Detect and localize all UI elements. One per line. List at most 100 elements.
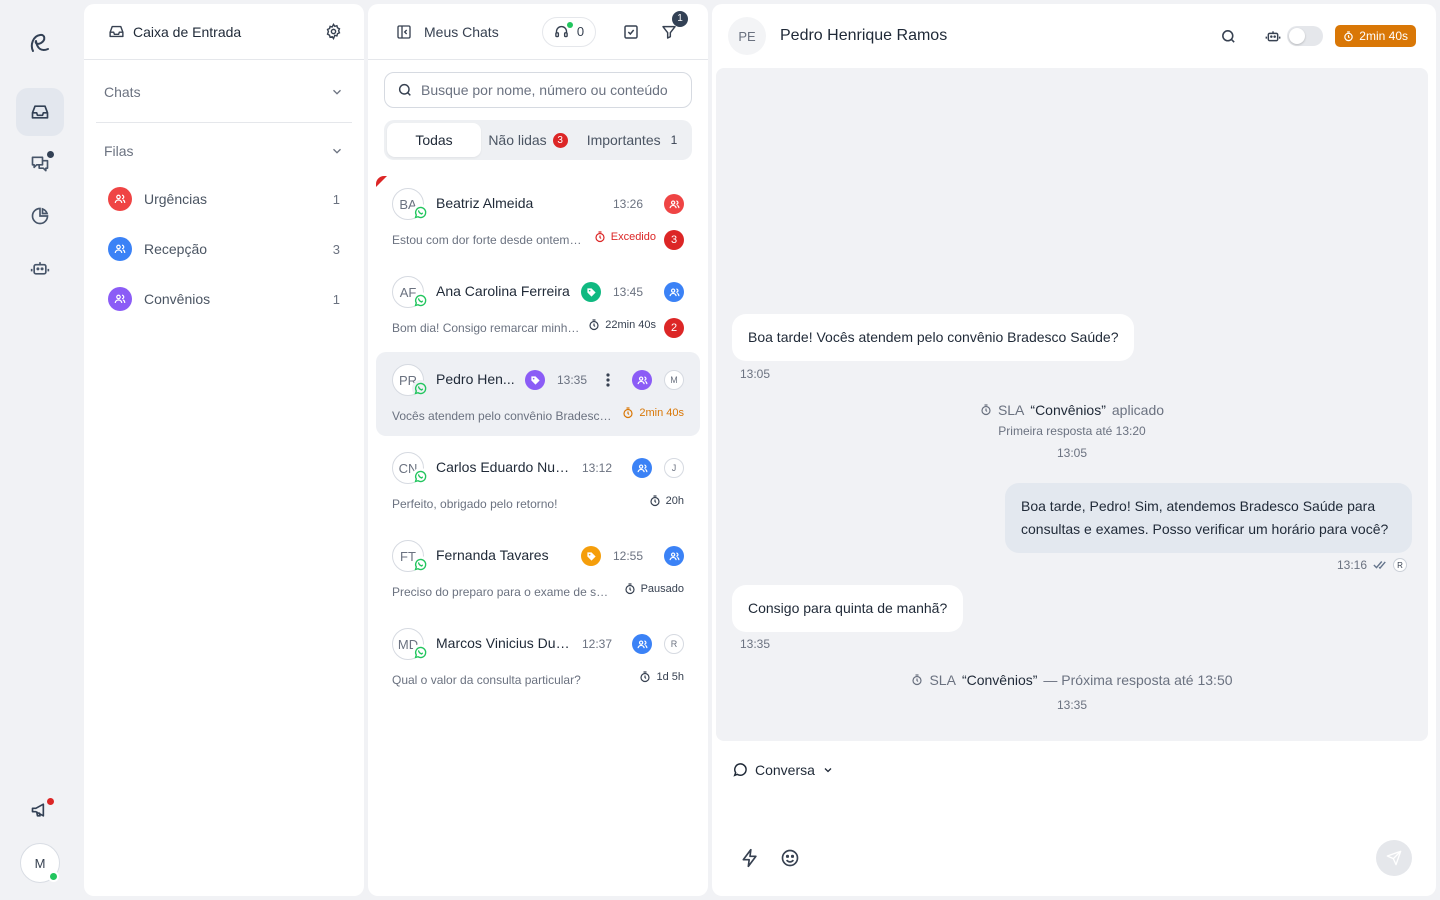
message-preview: Qual o valor da consulta particular? — [392, 673, 581, 687]
bot-toggle[interactable] — [1287, 26, 1324, 46]
chat-time: 12:37 — [582, 637, 613, 651]
tab-all[interactable]: Todas — [387, 123, 481, 157]
tag-icon — [581, 546, 601, 566]
section-divider — [96, 122, 352, 123]
sla-status: 1d 5h — [639, 671, 684, 683]
stopwatch-icon — [622, 407, 634, 419]
nav-bot-button[interactable] — [16, 244, 64, 292]
nav-announcements-button[interactable] — [16, 786, 64, 834]
tab-label: Importantes — [586, 132, 661, 148]
filter-count-badge: 1 — [672, 10, 688, 27]
sla-label: 2min 40s — [639, 407, 684, 419]
user-initial: M — [34, 855, 46, 871]
chevron-down-icon — [330, 144, 344, 158]
agent-availability-button[interactable]: 0 — [542, 16, 596, 47]
user-avatar[interactable]: M — [20, 843, 60, 883]
queue-users-icon — [664, 194, 684, 214]
tab-label: Não lidas — [488, 132, 547, 148]
queue-item-recepcao[interactable]: Recepção 3 — [108, 234, 340, 264]
search-icon[interactable] — [1220, 28, 1237, 45]
agents-online-count: 0 — [576, 24, 585, 39]
message-time: 13:35 — [740, 637, 770, 651]
chat-item-ana[interactable]: AF Ana Carolina Ferreira 13:45 Bom dia! … — [376, 264, 700, 348]
nav-reports-button[interactable] — [16, 192, 64, 240]
message-circle-icon — [732, 762, 748, 778]
stopwatch-icon — [588, 319, 600, 331]
chat-time: 13:45 — [613, 285, 644, 299]
tag-icon — [581, 282, 601, 302]
chat-item-carlos[interactable]: CN Carlos Eduardo Nunes 13:12 J Perfeito… — [376, 440, 700, 524]
chat-item-pedro[interactable]: PR Pedro Hen... 13:35 M Vocês atendem pe… — [376, 352, 700, 436]
chat-item-beatriz[interactable]: BA Beatriz Almeida 13:26 Estou com dor f… — [376, 176, 700, 260]
users-icon — [108, 237, 132, 261]
tab-unread[interactable]: Não lidas 3 — [481, 123, 575, 157]
whatsapp-icon — [412, 380, 429, 397]
queue-label: Urgências — [144, 191, 208, 207]
chat-time: 13:12 — [582, 461, 613, 475]
chat-list-panel: Meus Chats 0 1 Todas Não lidas 3 Importa… — [368, 4, 708, 896]
chevron-down-icon — [822, 764, 834, 776]
queues-section-toggle[interactable]: Filas — [96, 131, 352, 171]
important-count: 1 — [670, 133, 678, 147]
nav-chats-button[interactable] — [16, 140, 64, 188]
pie-chart-icon — [30, 206, 50, 226]
sla-status: 22min 40s — [588, 319, 656, 331]
composer-mode-select[interactable]: Conversa — [732, 762, 834, 778]
assigned-agent-avatar: M — [664, 370, 684, 390]
stopwatch-icon — [594, 231, 606, 243]
contact-name: Beatriz Almeida — [436, 195, 534, 211]
double-check-icon — [1373, 560, 1387, 570]
queue-item-convenios[interactable]: Convênios 1 — [108, 284, 340, 314]
message-time-text: 13:05 — [740, 367, 771, 381]
tab-important[interactable]: Importantes 1 — [575, 123, 689, 157]
smile-icon — [780, 848, 800, 868]
inbox-panel: Caixa de Entrada Chats Filas Urgências 1… — [84, 4, 364, 896]
message-text: Boa tarde! Vocês atendem pelo convênio B… — [748, 329, 1119, 345]
message-preview: Vocês atendem pelo convênio Bradesco ... — [392, 409, 612, 423]
whatsapp-icon — [412, 644, 429, 661]
settings-gear-icon[interactable] — [325, 23, 342, 40]
stopwatch-icon — [624, 583, 636, 595]
contact-name: Fernanda Tavares — [436, 547, 549, 563]
chat-item-marcos[interactable]: MD Marcos Vinicius Dua... 12:37 R Qual o… — [376, 616, 700, 700]
users-icon — [108, 287, 132, 311]
queue-item-urgencias[interactable]: Urgências 1 — [108, 184, 340, 214]
sla-event-time: 13:05 — [1056, 446, 1088, 460]
sla-status: Excedido — [594, 231, 656, 243]
sla-suffix: aplicado — [1111, 402, 1165, 418]
inbox-icon — [30, 102, 50, 122]
queue-users-icon — [632, 634, 652, 654]
chats-notification-dot — [46, 150, 55, 159]
queue-count: 1 — [332, 291, 340, 307]
sla-label: 20h — [665, 495, 684, 507]
message-preview: Estou com dor forte desde ontem, ... — [392, 233, 582, 247]
nav-inbox-button[interactable] — [16, 88, 64, 136]
sidebar-toggle-icon[interactable] — [396, 24, 412, 40]
quick-replies-button[interactable] — [738, 846, 762, 870]
select-chats-button[interactable] — [616, 17, 646, 47]
message-preview: Perfeito, obrigado pelo retorno! — [392, 497, 558, 511]
chat-time: 12:55 — [613, 549, 644, 563]
queue-users-icon — [632, 370, 652, 390]
message-preview: Bom dia! Consigo remarcar minha ... — [392, 321, 582, 335]
app-logo[interactable] — [24, 28, 56, 60]
more-options-icon[interactable] — [602, 370, 614, 390]
filter-button[interactable]: 1 — [654, 10, 688, 47]
queue-count: 1 — [332, 191, 340, 207]
queue-label: Recepção — [144, 241, 208, 257]
queue-count: 3 — [332, 241, 340, 257]
search-input[interactable] — [421, 82, 679, 98]
contact-avatar[interactable]: PE — [728, 17, 766, 55]
message-time-text: 13:16 — [1337, 558, 1368, 572]
chat-item-fernanda[interactable]: FT Fernanda Tavares 12:55 Preciso do pre… — [376, 528, 700, 612]
contact-name[interactable]: Pedro Henrique Ramos — [780, 27, 1220, 45]
message-bubble-incoming: Consigo para quinta de manhã? — [732, 585, 964, 632]
chats-section-toggle[interactable]: Chats — [96, 72, 352, 112]
unread-badge: 3 — [664, 230, 684, 250]
contact-name: Ana Carolina Ferreira — [436, 283, 570, 299]
sla-queue-name: “Convênios” — [961, 672, 1038, 688]
emoji-button[interactable] — [778, 846, 802, 870]
send-button[interactable] — [1376, 840, 1412, 876]
contact-name: Marcos Vinicius Dua... — [436, 635, 574, 651]
sla-detail: Primeira resposta até 13:20 — [998, 424, 1146, 438]
